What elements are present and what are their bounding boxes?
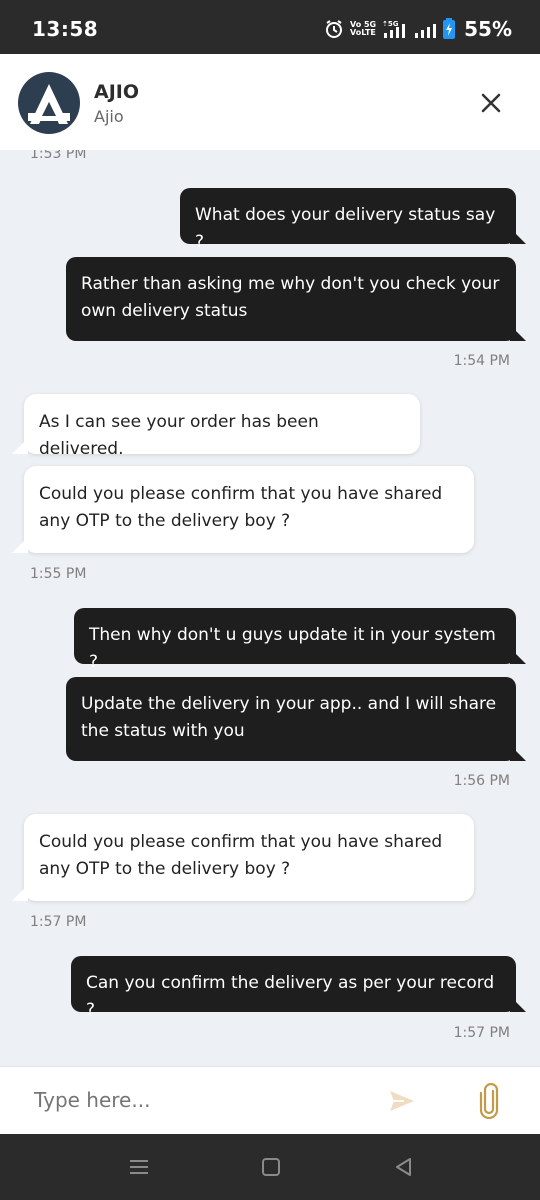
alarm-icon	[325, 20, 342, 38]
bubble-tail	[510, 228, 526, 244]
timestamp: 1:56 PM	[453, 773, 510, 789]
volte-indicator: Vo 5G VoLTE	[349, 20, 377, 37]
battery-percent: 55%	[464, 17, 512, 41]
signal-5g-icon: ⇡5G	[382, 20, 406, 38]
incoming-message: As I can see your order has been deliver…	[24, 394, 420, 459]
attachment-icon[interactable]	[478, 1083, 500, 1119]
timestamp: 1:55 PM	[30, 566, 87, 582]
incoming-message: Could you please confirm that you have s…	[24, 814, 474, 901]
status-bar: 13:58 Vo 5G VoLTE ⇡5G 55%	[0, 0, 540, 54]
signal-icon	[415, 24, 437, 38]
incoming-message: Could you please confirm that you have s…	[24, 466, 474, 553]
bubble-tail	[12, 885, 28, 901]
system-nav-bar	[0, 1134, 540, 1200]
status-icons: Vo 5G VoLTE ⇡5G 55%	[324, 17, 512, 41]
timestamp: 1:54 PM	[453, 353, 510, 369]
outgoing-message: What does your delivery status say ?	[180, 188, 516, 252]
menu-icon[interactable]	[127, 1156, 151, 1178]
outgoing-message: Can you confirm the delivery as per your…	[71, 956, 516, 1020]
timestamp: 1:57 PM	[453, 1025, 510, 1041]
svg-text:⇡5G: ⇡5G	[382, 20, 399, 28]
message-input[interactable]	[32, 1087, 336, 1113]
outgoing-message: Update the delivery in your app.. and I …	[66, 677, 516, 761]
chat-messages[interactable]: 1:53 PM What does your delivery status s…	[0, 150, 540, 1066]
home-icon[interactable]	[259, 1156, 283, 1178]
bubble-tail	[510, 996, 526, 1012]
close-icon[interactable]	[476, 88, 506, 118]
bubble-tail	[510, 745, 526, 761]
back-icon[interactable]	[392, 1156, 416, 1178]
ajio-logo	[18, 72, 80, 134]
bubble-tail	[510, 325, 526, 341]
bubble-tail	[12, 438, 28, 454]
bubble-tail	[510, 648, 526, 664]
battery-charging-icon	[443, 18, 456, 39]
timestamp: 1:53 PM	[30, 150, 87, 162]
timestamp: 1:57 PM	[30, 914, 87, 930]
outgoing-message: Rather than asking me why don't you chec…	[66, 257, 516, 341]
bubble-tail	[12, 537, 28, 553]
chat-header: AJIO Ajio	[0, 54, 540, 150]
status-time: 13:58	[32, 17, 99, 41]
message-composer	[0, 1066, 540, 1135]
outgoing-message: Then why don't u guys update it in your …	[74, 608, 516, 672]
header-title: AJIO	[94, 81, 139, 103]
send-icon[interactable]	[388, 1089, 416, 1113]
header-subtitle: Ajio	[94, 107, 124, 126]
